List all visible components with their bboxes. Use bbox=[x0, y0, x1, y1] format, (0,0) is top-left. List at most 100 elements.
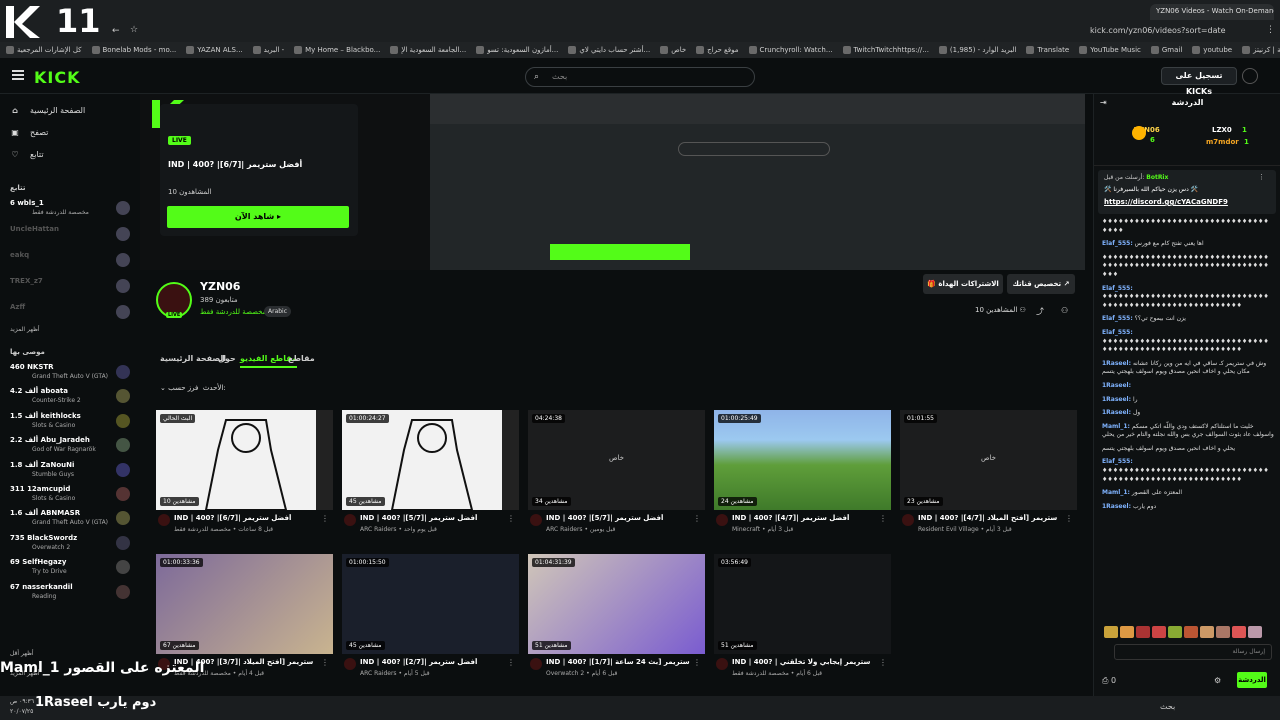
channel-avatar[interactable] bbox=[344, 658, 356, 670]
chat-username[interactable]: Elaf_555: bbox=[1102, 329, 1133, 336]
video-thumbnail[interactable]: 01:04:31:39 مشاهدين 51 bbox=[528, 554, 705, 654]
video-card[interactable]: خاص 01:01:55 مشاهدين 23 IND | 400? |[4/7]| … bbox=[900, 410, 1077, 538]
more-options-icon[interactable]: ⋮ bbox=[321, 658, 329, 667]
video-card[interactable]: 01:00:25:49 مشاهدين 24 IND | 400? |[4/7]| … bbox=[714, 410, 891, 538]
bookmark-item[interactable]: البريد - bbox=[252, 46, 284, 54]
chat-username[interactable]: Maml_1: bbox=[1102, 489, 1130, 496]
active-browser-tab[interactable]: YZN06 Videos - Watch On-Demand bbox=[1150, 4, 1274, 20]
pin-icon[interactable]: ⋮ bbox=[1258, 173, 1265, 181]
video-thumbnail[interactable]: 03:56:49 مشاهدين 51 bbox=[714, 554, 891, 654]
video-title[interactable]: IND | 400? | ستريمر إيجابي ولا تخلقني bbox=[732, 658, 882, 666]
video-card[interactable]: 01:00:15:50 مشاهدين 45 IND | 400? |[2/7]| … bbox=[342, 554, 519, 682]
bookmark-item[interactable]: Translate bbox=[1026, 46, 1069, 54]
recommended-channel[interactable]: 460 NKSTR Grand Theft Auto V (GTA) bbox=[10, 362, 132, 384]
watch-now-button[interactable]: شاهد الآن ▸ bbox=[167, 206, 349, 228]
more-options-icon[interactable]: ⋮ bbox=[1065, 514, 1073, 523]
video-thumbnail[interactable]: 01:00:24:27 مشاهدين 45 bbox=[342, 410, 519, 510]
emote-icon[interactable] bbox=[1104, 626, 1118, 638]
video-card[interactable]: 03:56:49 مشاهدين 51 IND | 400? | ستريمر إي… bbox=[714, 554, 891, 682]
chat-send-button[interactable]: الدردشة bbox=[1237, 672, 1267, 688]
video-title[interactable]: IND | 400? |[4/7]| ستريمر [أفتح الميلاد bbox=[918, 514, 1068, 522]
bookmark-item[interactable]: My Home – Blackbo... bbox=[294, 46, 380, 54]
bookmark-item[interactable]: YouTube Music bbox=[1079, 46, 1141, 54]
more-options-icon[interactable]: ⋮ bbox=[879, 514, 887, 523]
video-card[interactable]: البث الحالي مشاهدين 10 IND | 400? |[6/7]| … bbox=[156, 410, 333, 538]
video-thumbnail[interactable]: 01:00:33:36 مشاهدين 67 bbox=[156, 554, 333, 654]
bookmark-item[interactable]: Gmail bbox=[1150, 46, 1182, 54]
show-less-button[interactable]: أظهر أقل bbox=[10, 650, 34, 657]
video-title[interactable]: IND | 400? |[4/7]| أفضل ستريمر bbox=[732, 514, 882, 522]
video-thumbnail[interactable]: البث الحالي مشاهدين 10 bbox=[156, 410, 333, 510]
bits-icon[interactable]: ⎙ 0 bbox=[1102, 676, 1116, 686]
channel-avatar[interactable] bbox=[902, 514, 914, 526]
emote-icon[interactable] bbox=[1120, 626, 1134, 638]
chat-username[interactable]: Elaf_555: bbox=[1102, 458, 1133, 465]
channel-avatar[interactable]: LIVE bbox=[156, 282, 192, 318]
bookmark-item[interactable]: YAZAN ALS... bbox=[186, 46, 243, 54]
search-input[interactable]: ⌕ بحث bbox=[525, 67, 755, 87]
video-title[interactable]: IND | 400? |[6/7]| أفضل ستريمر bbox=[174, 514, 324, 522]
chat-username[interactable]: Elaf_555: bbox=[1102, 240, 1133, 247]
bookmark-item[interactable]: أمازون السعودية: تسو... bbox=[476, 46, 558, 54]
following-channel[interactable]: Azff bbox=[10, 302, 132, 324]
recommended-channel[interactable]: 1.8 ألف ZaNouNi Stumble Guys bbox=[10, 460, 132, 482]
video-title[interactable]: IND | 400? |[5/7]| أفضل ستريمر bbox=[360, 514, 510, 522]
more-options-icon[interactable]: ⋮ bbox=[693, 658, 701, 667]
video-thumbnail[interactable]: خاص 01:01:55 مشاهدين 23 bbox=[900, 410, 1077, 510]
sidebar-item-home[interactable]: ⌂ الصفحة الرئيسية bbox=[10, 106, 85, 115]
following-channel[interactable]: eakq bbox=[10, 250, 132, 272]
menu-icon[interactable] bbox=[12, 70, 24, 80]
kick-logo[interactable]: KICK bbox=[34, 68, 81, 87]
bookmark-item[interactable]: خاص bbox=[660, 46, 686, 54]
live-preview[interactable]: 11 LIVE IND | 400? |[6/7]| أفضل ستريمر ا… bbox=[140, 94, 1085, 270]
address-bar[interactable]: kick.com/yzn06/videos?sort=date bbox=[1090, 26, 1226, 35]
browser-menu-icon[interactable]: ⋮ bbox=[1266, 25, 1275, 35]
recommended-channel[interactable]: 311 12amcupid Slots & Casino bbox=[10, 484, 132, 506]
follow-icon[interactable]: ⚇ bbox=[1061, 306, 1068, 315]
emote-icon[interactable] bbox=[1184, 626, 1198, 638]
bookmark-item[interactable]: Crunchyroll: Watch... bbox=[748, 46, 833, 54]
following-channel[interactable]: 6 wbls_1 مخصصة للدردشة فقط bbox=[10, 198, 132, 220]
bookmark-item[interactable]: youtube bbox=[1192, 46, 1232, 54]
chat-username[interactable]: Elaf_555: bbox=[1102, 315, 1133, 322]
taskbar-search[interactable]: بحث bbox=[1160, 702, 1175, 711]
recommended-channel[interactable]: 4.2 ألف aboata Counter-Strike 2 bbox=[10, 386, 132, 408]
channel-avatar[interactable] bbox=[344, 514, 356, 526]
emote-icon[interactable] bbox=[1136, 626, 1150, 638]
emote-icon[interactable] bbox=[1168, 626, 1182, 638]
chat-username[interactable]: 1Raseel: bbox=[1102, 360, 1131, 367]
user-icon[interactable] bbox=[1242, 68, 1258, 84]
following-channel[interactable]: TREX_z7 bbox=[10, 276, 132, 298]
chat-username[interactable]: Elaf_555: bbox=[1102, 285, 1133, 292]
channel-avatar[interactable] bbox=[530, 514, 542, 526]
share-icon[interactable]: ⤴ bbox=[1036, 306, 1044, 317]
sidebar-item-following[interactable]: ♡ تتابع bbox=[10, 150, 43, 159]
bookmark-item[interactable]: كل الإشارات المرجعية bbox=[6, 46, 82, 54]
video-card[interactable]: 01:00:24:27 مشاهدين 45 IND | 400? |[5/7]| … bbox=[342, 410, 519, 538]
more-options-icon[interactable]: ⋮ bbox=[507, 658, 515, 667]
chat-input[interactable]: إرسال رسالة bbox=[1114, 644, 1272, 660]
login-button[interactable]: تسجيل على KICKs bbox=[1161, 67, 1237, 96]
emote-icon[interactable] bbox=[1152, 626, 1166, 638]
tab-clips[interactable]: مقاطع bbox=[288, 354, 315, 363]
bookmark-item[interactable]: الجامعة السعودية الإ... bbox=[390, 46, 466, 54]
video-title[interactable]: IND | 400? |[2/7]| أفضل ستريمر bbox=[360, 658, 510, 666]
recommended-channel[interactable]: 2.2 ألف Abu_Jaradeh God of War Ragnarök bbox=[10, 435, 132, 457]
more-options-icon[interactable]: ⋮ bbox=[879, 658, 887, 667]
bookmark-item[interactable]: الرئيسية | كرنيتز bbox=[1242, 46, 1280, 54]
chat-username[interactable]: Maml_1: bbox=[1102, 423, 1130, 430]
sort-dropdown[interactable]: ⌄ الأحدث فرز حسب: bbox=[160, 384, 226, 392]
video-thumbnail[interactable]: 01:00:25:49 مشاهدين 24 bbox=[714, 410, 891, 510]
show-more-following[interactable]: أظهر المزيد bbox=[10, 326, 40, 333]
video-title[interactable]: IND | 400? |[5/7]| أفضل ستريمر bbox=[546, 514, 696, 522]
emote-icon[interactable] bbox=[1216, 626, 1230, 638]
following-channel[interactable]: UncleHattan bbox=[10, 224, 132, 246]
recommended-channel[interactable]: 1.5 ألف keithlocks Slots & Casino bbox=[10, 411, 132, 433]
recommended-channel[interactable]: 69 SelfHegazy Try to Drive bbox=[10, 557, 132, 579]
channel-avatar[interactable] bbox=[158, 514, 170, 526]
star-icon[interactable]: ☆ bbox=[130, 25, 138, 35]
bookmark-item[interactable]: أشتر حساب دايتي لاي... bbox=[568, 46, 650, 54]
more-options-icon[interactable]: ⋮ bbox=[507, 514, 515, 523]
emote-icon[interactable] bbox=[1232, 626, 1246, 638]
channel-avatar[interactable] bbox=[716, 514, 728, 526]
